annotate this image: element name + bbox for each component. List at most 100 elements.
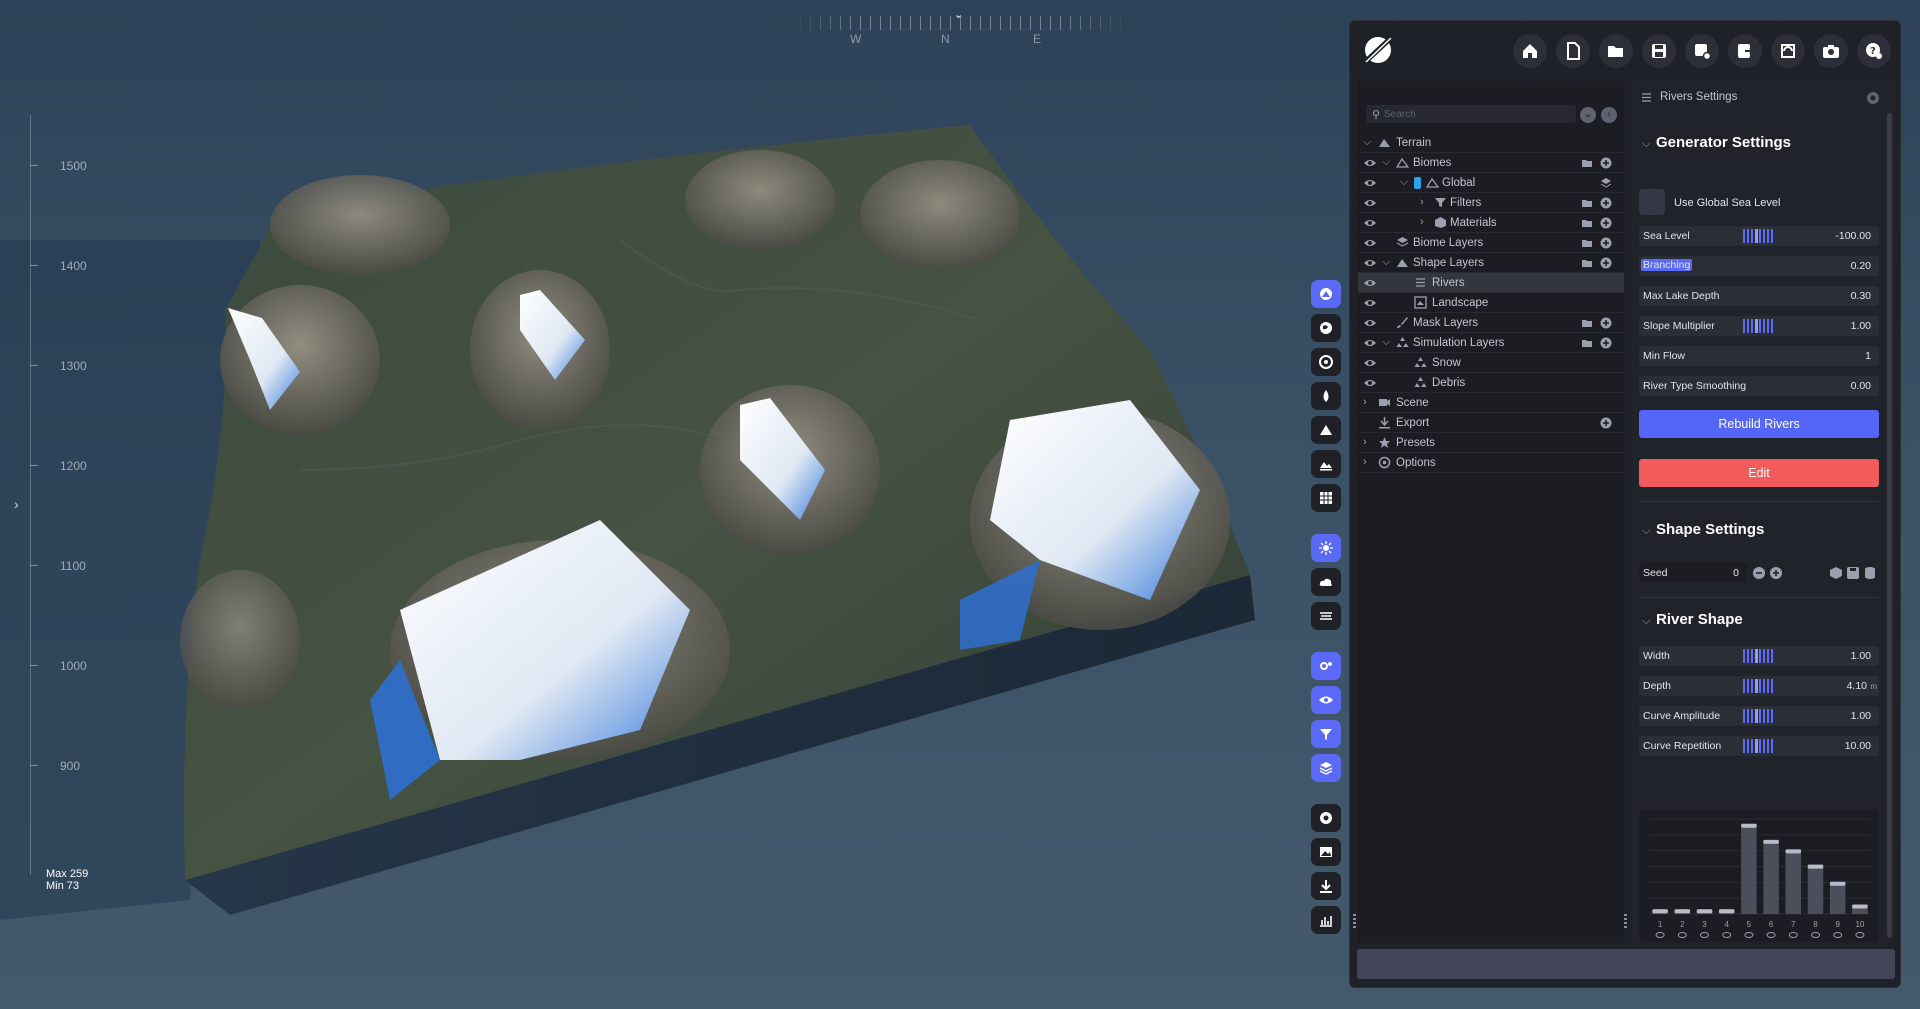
expand-left-icon[interactable]: › bbox=[14, 496, 19, 512]
add-icon[interactable] bbox=[1600, 217, 1612, 229]
save-as-button[interactable] bbox=[1685, 34, 1719, 68]
eye-icon[interactable] bbox=[1788, 932, 1798, 938]
folder-icon[interactable] bbox=[1581, 197, 1593, 209]
slope-multiplier-field[interactable]: Slope Multiplier 1.00 bbox=[1639, 316, 1879, 336]
eye-icon[interactable] bbox=[1363, 257, 1377, 269]
terrain-tool-button[interactable] bbox=[1311, 280, 1341, 308]
collapse-all-button[interactable]: ⌄ bbox=[1580, 107, 1596, 123]
add-icon[interactable] bbox=[1600, 197, 1612, 209]
eye-icon[interactable] bbox=[1766, 932, 1776, 938]
biome-tool-button[interactable] bbox=[1311, 348, 1341, 376]
eye-icon[interactable] bbox=[1811, 932, 1820, 938]
eye-icon[interactable] bbox=[1363, 157, 1377, 169]
folder-icon[interactable] bbox=[1581, 337, 1593, 349]
histogram-bar-handle[interactable] bbox=[1696, 909, 1713, 914]
tree-item-rivers[interactable]: Rivers bbox=[1358, 273, 1624, 293]
settings-gear-icon[interactable] bbox=[1866, 91, 1880, 105]
river-shape-heading[interactable]: ⌵ River Shape bbox=[1642, 611, 1743, 628]
eye-icon[interactable] bbox=[1363, 217, 1377, 229]
tree-item-debris[interactable]: Debris bbox=[1358, 373, 1624, 393]
image-button[interactable] bbox=[1311, 838, 1341, 866]
biome-color-swatch[interactable] bbox=[1414, 177, 1421, 189]
drag-grip-icon[interactable] bbox=[1743, 319, 1773, 333]
eye-icon[interactable] bbox=[1655, 932, 1665, 938]
tree-item-simulation-layers[interactable]: ⌵ Simulation Layers bbox=[1358, 333, 1624, 353]
histogram-bar-handle[interactable] bbox=[1829, 881, 1846, 886]
tree-item-export[interactable]: Export bbox=[1358, 413, 1624, 433]
water-tool-button[interactable] bbox=[1311, 382, 1341, 410]
eye-icon[interactable] bbox=[1855, 932, 1865, 938]
tree-item-global[interactable]: ⌵ Global bbox=[1358, 173, 1624, 193]
use-global-sea-level-checkbox[interactable] bbox=[1639, 189, 1665, 215]
curve-amplitude-field[interactable]: Curve Amplitude 1.00 bbox=[1639, 706, 1879, 726]
edit-button[interactable]: Edit bbox=[1639, 459, 1879, 487]
globe-tool-button[interactable] bbox=[1311, 314, 1341, 342]
stats-button[interactable] bbox=[1311, 906, 1341, 934]
add-icon[interactable] bbox=[1600, 257, 1612, 269]
eye-icon[interactable] bbox=[1363, 297, 1377, 309]
home-button[interactable] bbox=[1513, 34, 1547, 68]
tree-item-scene[interactable]: › Scene bbox=[1358, 393, 1624, 413]
min-flow-field[interactable]: Min Flow 1 bbox=[1639, 346, 1879, 366]
max-lake-depth-field[interactable]: Max Lake Depth 0.30 bbox=[1639, 286, 1879, 306]
histogram-bar-handle[interactable] bbox=[1652, 909, 1668, 914]
download-button[interactable] bbox=[1311, 872, 1341, 900]
add-icon[interactable] bbox=[1600, 157, 1612, 169]
filter-tool-button[interactable] bbox=[1311, 720, 1341, 748]
eye-icon[interactable] bbox=[1744, 932, 1754, 938]
grid-tool-button[interactable] bbox=[1311, 484, 1341, 512]
eye-icon[interactable] bbox=[1363, 377, 1377, 389]
histogram-bar-handle[interactable] bbox=[1763, 839, 1779, 844]
refresh-button[interactable] bbox=[1771, 34, 1805, 68]
add-icon[interactable] bbox=[1600, 317, 1612, 329]
add-icon[interactable] bbox=[1600, 417, 1612, 429]
new-file-button[interactable] bbox=[1556, 34, 1590, 68]
eye-icon[interactable] bbox=[1833, 932, 1843, 938]
tree-item-filters[interactable]: › Filters bbox=[1358, 193, 1624, 213]
layers-icon[interactable] bbox=[1600, 177, 1612, 189]
mountain-tool-button[interactable] bbox=[1311, 416, 1341, 444]
resize-handle-icon[interactable] bbox=[1353, 914, 1356, 928]
histogram-bar-handle[interactable] bbox=[1718, 909, 1735, 914]
width-field[interactable]: Width 1.00 bbox=[1639, 646, 1879, 666]
layers-tool-button[interactable] bbox=[1311, 754, 1341, 782]
visibility-tool-button[interactable] bbox=[1311, 686, 1341, 714]
tree-item-materials[interactable]: › Materials bbox=[1358, 213, 1624, 233]
eye-icon[interactable] bbox=[1363, 317, 1377, 329]
histogram-bar-handle[interactable] bbox=[1674, 909, 1691, 914]
record-button[interactable] bbox=[1311, 804, 1341, 832]
add-icon[interactable] bbox=[1600, 337, 1612, 349]
generator-settings-heading[interactable]: ⌵ Generator Settings bbox=[1642, 134, 1791, 151]
histogram-bar[interactable] bbox=[1829, 881, 1846, 914]
tree-item-shape-layers[interactable]: ⌵ Shape Layers bbox=[1358, 253, 1624, 273]
expand-all-button[interactable]: › bbox=[1601, 107, 1617, 123]
drag-grip-icon[interactable] bbox=[1743, 739, 1773, 753]
add-icon[interactable] bbox=[1600, 237, 1612, 249]
histogram-bar-handle[interactable] bbox=[1785, 849, 1802, 854]
folder-icon[interactable] bbox=[1581, 257, 1593, 269]
eye-icon[interactable] bbox=[1363, 277, 1377, 289]
fog-tool-button[interactable] bbox=[1311, 602, 1341, 630]
eye-icon[interactable] bbox=[1363, 337, 1377, 349]
eye-icon[interactable] bbox=[1363, 237, 1377, 249]
branching-field[interactable]: Branching 0.20 bbox=[1639, 256, 1879, 276]
eye-icon[interactable] bbox=[1363, 177, 1377, 189]
drag-grip-icon[interactable] bbox=[1743, 229, 1773, 243]
search-input[interactable] bbox=[1384, 106, 1569, 122]
screenshot-button[interactable] bbox=[1814, 34, 1848, 68]
use-global-sea-level-row[interactable]: Use Global Sea Level bbox=[1639, 189, 1879, 215]
histogram-bar[interactable] bbox=[1763, 839, 1779, 914]
eye-icon[interactable] bbox=[1363, 197, 1377, 209]
histogram-bar-handle[interactable] bbox=[1741, 823, 1757, 828]
clouds-tool-button[interactable] bbox=[1311, 568, 1341, 596]
histogram-bar-handle[interactable] bbox=[1852, 904, 1868, 909]
eye-icon[interactable] bbox=[1722, 932, 1732, 938]
tree-item-options[interactable]: › Options bbox=[1358, 453, 1624, 473]
drag-grip-icon[interactable] bbox=[1743, 709, 1773, 723]
resize-handle-icon[interactable] bbox=[1624, 914, 1627, 928]
increment-icon[interactable] bbox=[1769, 566, 1783, 580]
help-button[interactable]: ? bbox=[1857, 34, 1891, 68]
tree-item-mask-layers[interactable]: Mask Layers bbox=[1358, 313, 1624, 333]
histogram-bar[interactable] bbox=[1741, 823, 1757, 914]
histogram-bar[interactable] bbox=[1807, 864, 1824, 914]
